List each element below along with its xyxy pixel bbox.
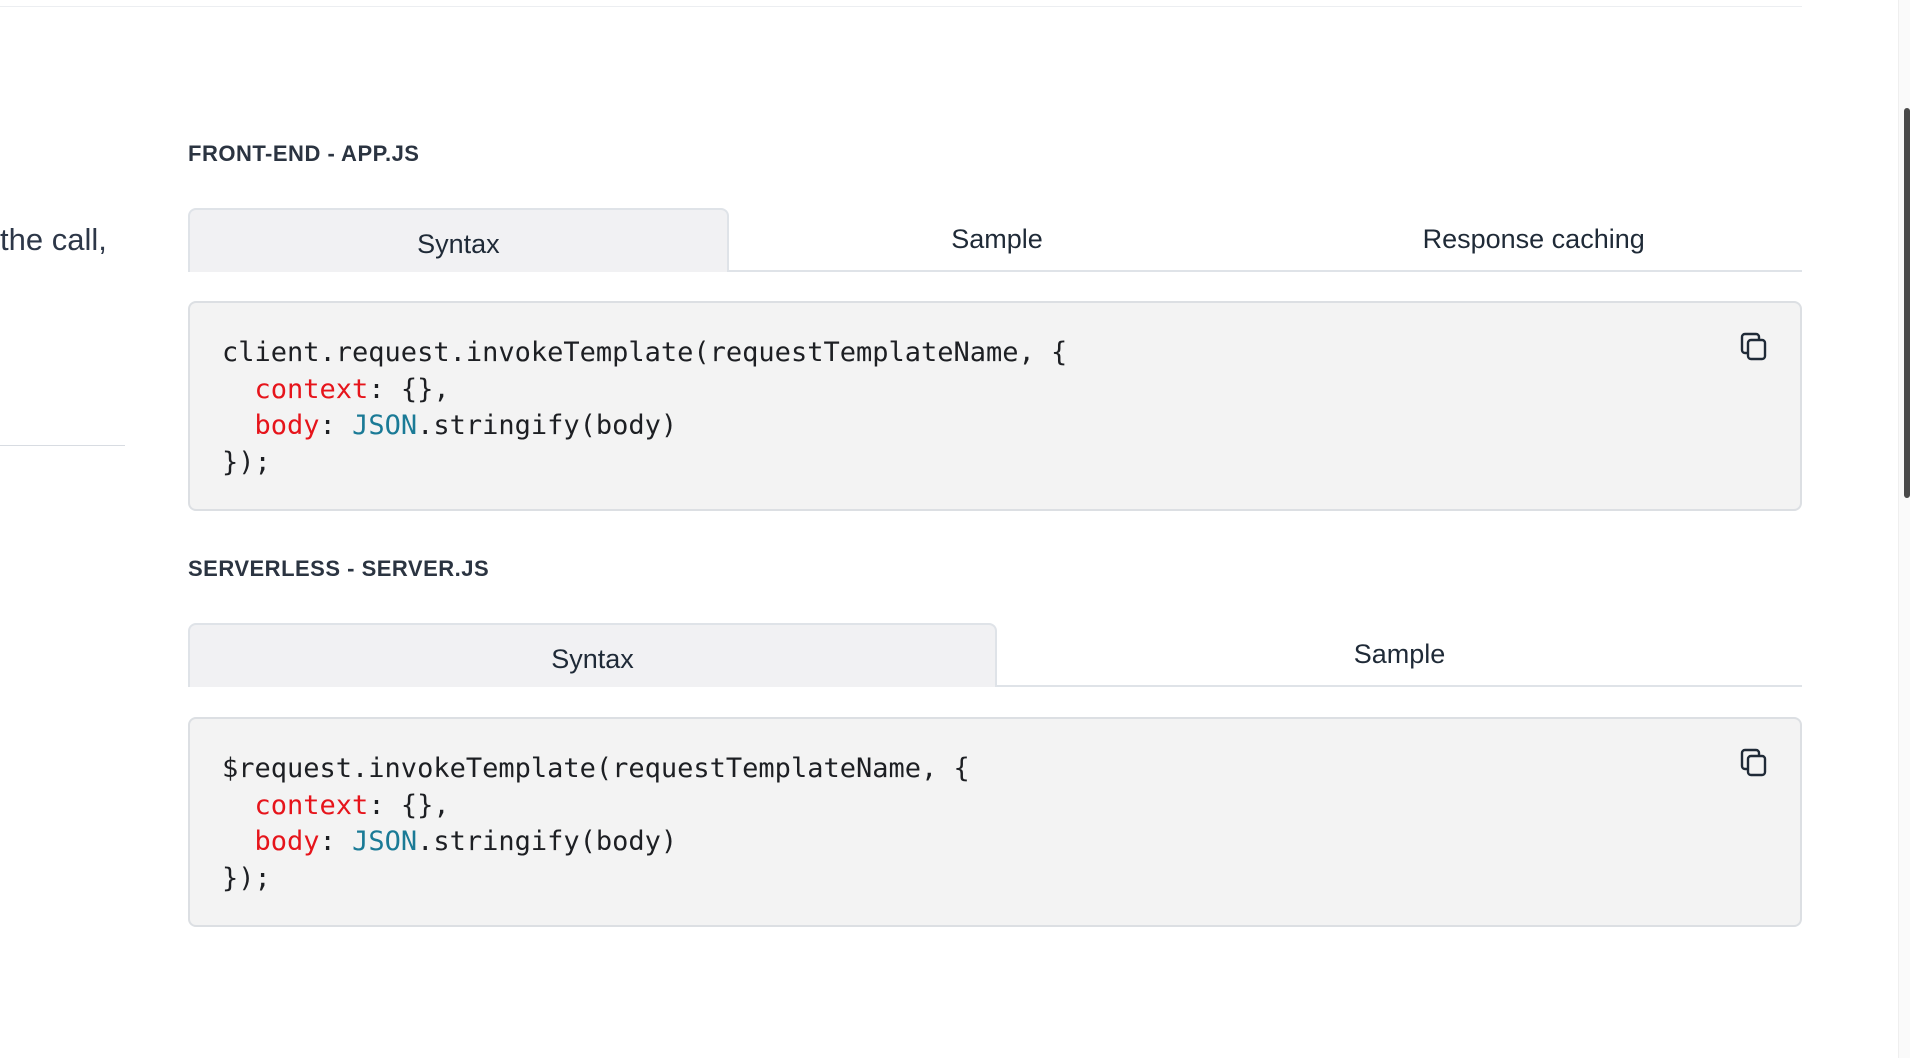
code-closing: });: [222, 862, 271, 894]
left-column-text: the call,: [0, 222, 107, 257]
serverless-code-block: $request.invokeTemplate(requestTemplateN…: [188, 717, 1802, 927]
top-divider: [0, 6, 1802, 7]
frontend-section-title: FRONT-END - APP.JS: [188, 141, 420, 166]
code-key-context: context: [254, 789, 369, 821]
tab-syntax[interactable]: Syntax: [188, 208, 729, 272]
serverless-tabs: Syntax Sample: [188, 623, 1802, 687]
tab-response-caching[interactable]: Response caching: [1265, 208, 1802, 270]
code-line-1: $request.invokeTemplate(requestTemplateN…: [222, 753, 970, 784]
copy-icon[interactable]: [1738, 331, 1770, 363]
code-key-body: body: [254, 826, 320, 857]
tab-sample[interactable]: Sample: [997, 623, 1802, 685]
serverless-section-title: SERVERLESS - SERVER.JS: [188, 556, 490, 581]
code-key-body: body: [254, 410, 320, 441]
tab-syntax[interactable]: Syntax: [188, 623, 997, 687]
code-json-object: JSON: [352, 410, 418, 441]
code-key-context: context: [254, 373, 369, 405]
frontend-code[interactable]: client.request.invokeTemplate(requestTem…: [222, 335, 1067, 481]
copy-icon[interactable]: [1738, 747, 1770, 779]
code-json-object: JSON: [352, 826, 418, 857]
frontend-tabs: Syntax Sample Response caching: [188, 208, 1802, 272]
left-column-divider: [0, 445, 125, 446]
scrollbar-thumb[interactable]: [1904, 108, 1910, 498]
code-line-1: client.request.invokeTemplate(requestTem…: [222, 337, 1068, 368]
code-closing: });: [222, 446, 271, 478]
frontend-code-block: client.request.invokeTemplate(requestTem…: [188, 301, 1802, 511]
serverless-code[interactable]: $request.invokeTemplate(requestTemplateN…: [222, 751, 970, 897]
tab-sample[interactable]: Sample: [729, 208, 1266, 270]
